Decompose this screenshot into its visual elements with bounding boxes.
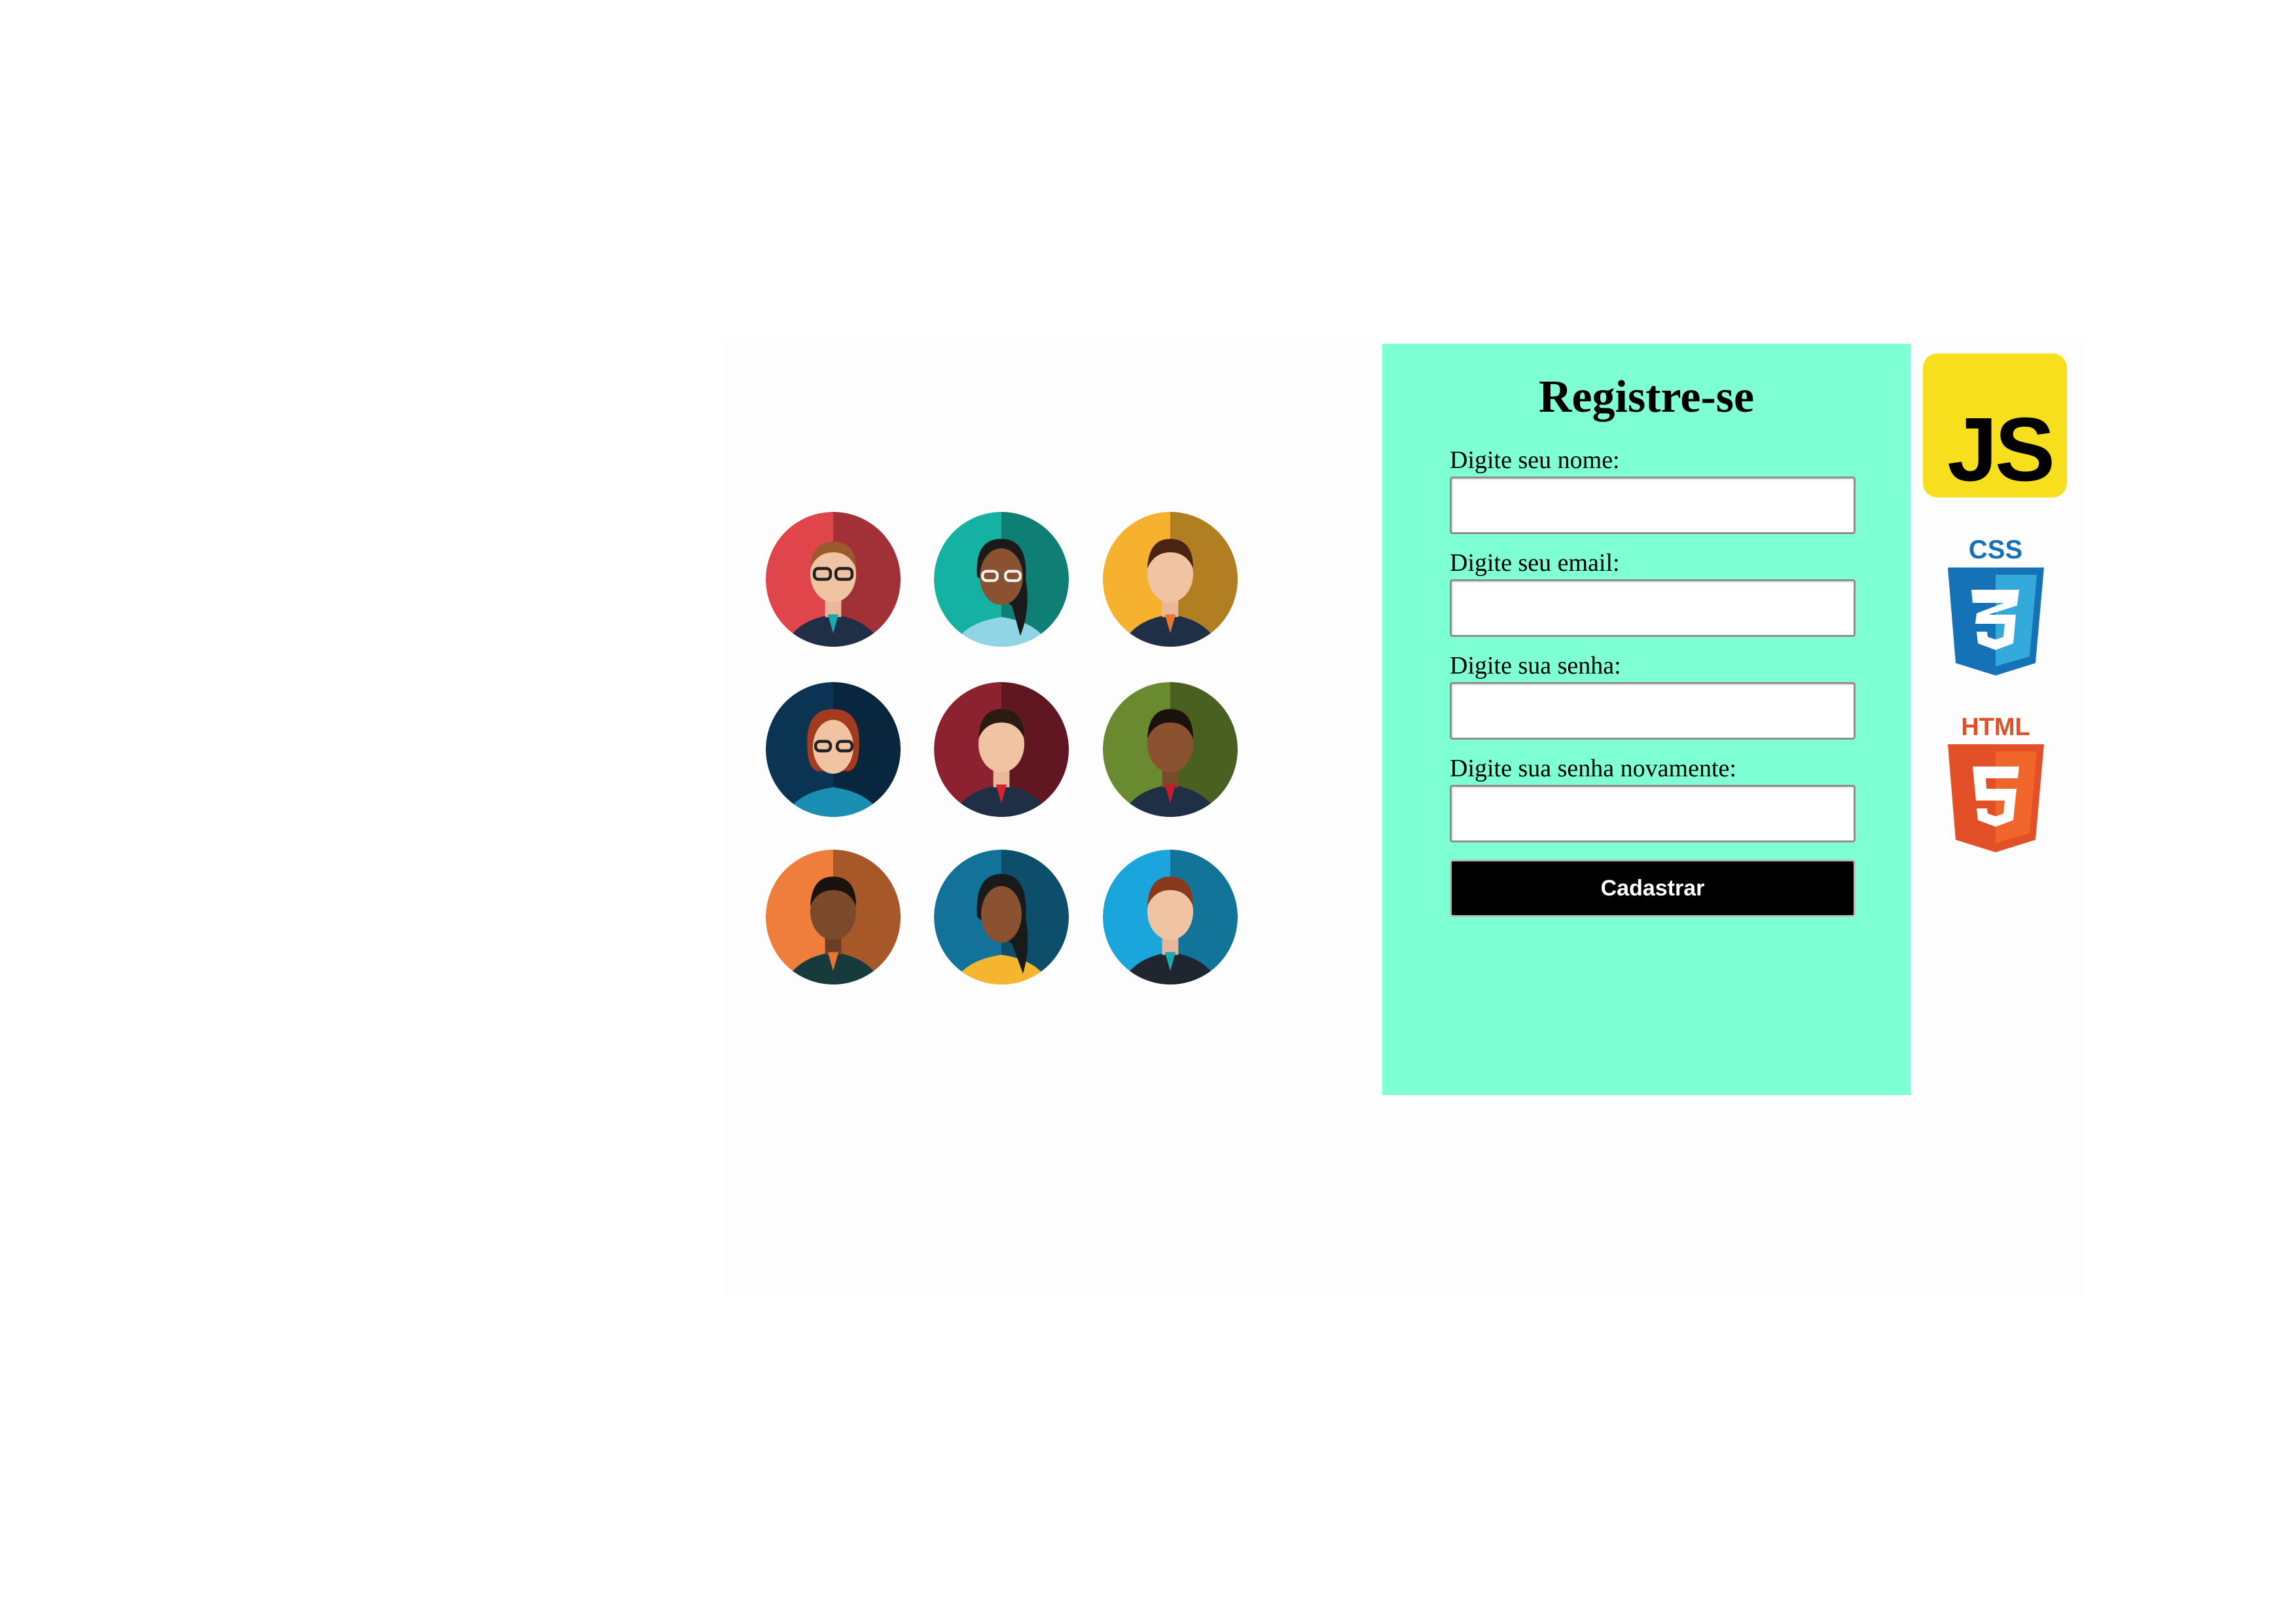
html5-logo-icon: HTML: [1945, 710, 2047, 857]
man-avatar-icon: [934, 682, 1069, 817]
woman-glasses-avatar-icon: [766, 682, 901, 817]
javascript-logo-icon: JS: [1923, 353, 2067, 497]
submit-button[interactable]: Cadastrar: [1450, 859, 1856, 917]
confirm-password-input[interactable]: [1450, 785, 1856, 842]
css3-logo-icon: CSS: [1945, 533, 2047, 681]
man-avatar-icon: [1103, 682, 1238, 817]
avatar-illustration: [753, 497, 1263, 1008]
email-input[interactable]: [1450, 579, 1856, 637]
name-input[interactable]: [1450, 477, 1856, 534]
html-logo-text: HTML: [1961, 713, 2030, 741]
name-label: Digite seu nome:: [1450, 446, 1620, 474]
css-logo-text: CSS: [1969, 535, 2022, 564]
password-label: Digite sua senha:: [1450, 652, 1621, 679]
man-avatar-icon: [1103, 850, 1238, 984]
email-label: Digite seu email:: [1450, 549, 1620, 577]
woman-avatar-icon: [934, 850, 1069, 984]
register-form: Registre-se Digite seu nome: Digite seu …: [1382, 344, 1910, 1095]
woman-glasses-avatar-icon: [934, 512, 1069, 647]
password-input[interactable]: [1450, 682, 1856, 740]
form-title: Registre-se: [1538, 372, 1755, 422]
man-avatar-icon: [1103, 512, 1238, 647]
man-avatar-icon: [766, 850, 901, 984]
confirm-password-label: Digite sua senha novamente:: [1450, 755, 1736, 782]
man-glasses-avatar-icon: [766, 512, 901, 647]
js-logo-text: JS: [1947, 399, 2055, 497]
